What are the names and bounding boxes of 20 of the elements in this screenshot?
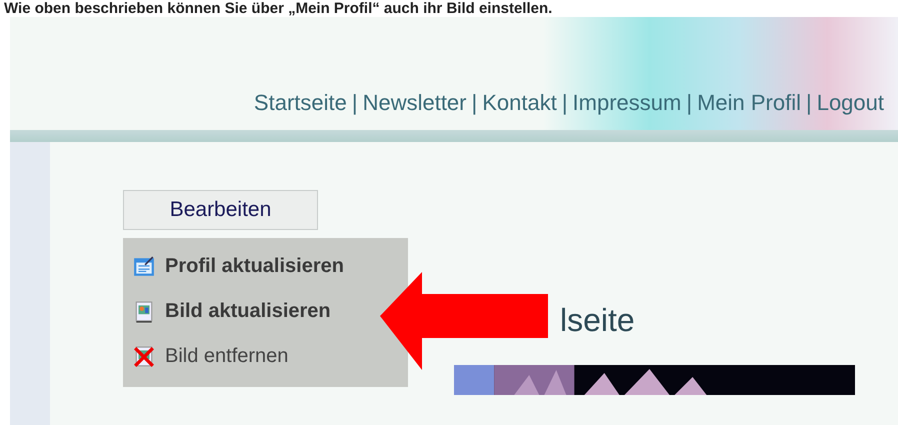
arrow-icon <box>380 272 548 370</box>
delete-image-icon <box>133 346 155 368</box>
image-icon <box>133 300 155 322</box>
page-heading: lseite <box>559 302 636 339</box>
menu-item[interactable]: Bild aktualisieren <box>123 289 335 334</box>
nav-link[interactable]: Kontakt <box>482 90 557 116</box>
nav-link[interactable]: Newsletter <box>362 90 466 116</box>
nav-link[interactable]: Mein Profil <box>697 90 801 116</box>
menu-item[interactable]: Profil aktualisieren <box>123 244 348 289</box>
nav-link[interactable]: Logout <box>816 90 884 116</box>
nav-separator: | <box>562 90 568 116</box>
edit-button[interactable]: Bearbeiten <box>123 190 318 230</box>
form-icon <box>133 256 155 278</box>
nav-separator: | <box>472 90 478 116</box>
nav-separator: | <box>686 90 692 116</box>
nav-separator: | <box>806 90 812 116</box>
nav-link[interactable]: Startseite <box>254 90 347 116</box>
nav-separator: | <box>352 90 358 116</box>
nav-link[interactable]: Impressum <box>572 90 682 116</box>
caption-text: Wie oben beschrieben können Sie über „Mein Profil“ auch ihr Bild einstellen. <box>3 0 554 17</box>
